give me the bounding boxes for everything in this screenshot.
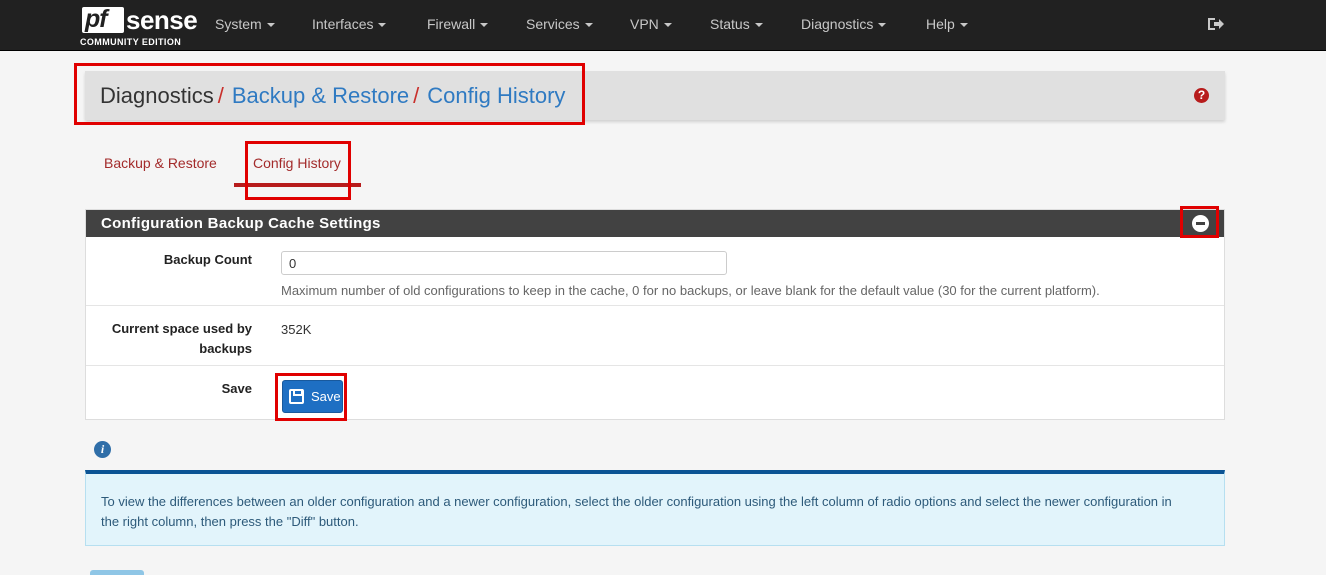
nav-interfaces[interactable]: Interfaces	[312, 16, 387, 32]
breadcrumb-config-history[interactable]: Config History	[427, 83, 565, 108]
floppy-disk-icon	[289, 389, 304, 404]
backup-count-help: Maximum number of old configurations to …	[281, 283, 1100, 298]
tab-config-history[interactable]: Config History	[253, 155, 341, 171]
space-used-label-line1: Current space used by	[111, 321, 252, 336]
breadcrumb: Diagnostics / Backup & Restore / Config Hist…	[100, 83, 565, 109]
logo-pf-text: pf	[85, 5, 108, 33]
question-circle-icon[interactable]: ?	[1194, 88, 1209, 103]
nav-label: Services	[526, 16, 580, 32]
nav-label: VPN	[630, 16, 659, 32]
info-circle-icon[interactable]: i	[94, 441, 111, 458]
nav-label: Interfaces	[312, 16, 374, 32]
save-label: Save	[221, 381, 252, 396]
caret-down-icon	[663, 23, 672, 28]
minus-circle-icon[interactable]	[1192, 215, 1209, 232]
pfsense-logo[interactable]: pf sense COMMUNITY EDITION	[80, 4, 198, 48]
nav-label: Diagnostics	[801, 16, 874, 32]
caret-down-icon	[959, 23, 968, 28]
nav-services[interactable]: Services	[526, 16, 593, 32]
nav-label: Status	[710, 16, 750, 32]
nav-firewall[interactable]: Firewall	[427, 16, 489, 32]
caret-down-icon	[878, 23, 887, 28]
nav-diagnostics[interactable]: Diagnostics	[801, 16, 887, 32]
backup-count-row: Backup Count Maximum number of old confi…	[86, 237, 1224, 306]
nav-help[interactable]: Help	[926, 16, 968, 32]
sign-out-icon[interactable]	[1207, 16, 1225, 32]
save-button-label: Save	[311, 389, 341, 404]
logo-pf-box: pf	[82, 5, 124, 33]
caret-down-icon	[266, 23, 275, 28]
tab-backup-restore[interactable]: Backup & Restore	[104, 155, 217, 171]
backup-count-label: Backup Count	[163, 252, 252, 267]
panel-heading: Configuration Backup Cache Settings	[86, 210, 1224, 237]
space-used-value: 352K	[281, 322, 312, 337]
space-used-label: Current space used by backups	[112, 319, 252, 359]
top-navbar: pf sense COMMUNITY EDITION System Interf…	[0, 0, 1326, 51]
info-text: To view the differences between an older…	[101, 494, 1172, 529]
nav-label: System	[215, 16, 262, 32]
caret-down-icon	[480, 23, 489, 28]
space-used-label-line2: backups	[199, 341, 252, 356]
breadcrumb-separator: /	[413, 83, 420, 108]
backup-count-input[interactable]	[281, 251, 727, 275]
nav-system[interactable]: System	[215, 16, 275, 32]
backup-cache-settings-panel: Configuration Backup Cache Settings Back…	[85, 209, 1225, 420]
logo-sense-text: sense	[126, 5, 198, 35]
breadcrumb-separator: /	[217, 83, 224, 108]
caret-down-icon	[584, 23, 593, 28]
caret-down-icon	[754, 23, 763, 28]
breadcrumb-backup-restore[interactable]: Backup & Restore	[232, 83, 409, 108]
info-alert: To view the differences between an older…	[85, 470, 1225, 546]
breadcrumb-root: Diagnostics	[100, 83, 214, 108]
nav-status[interactable]: Status	[710, 16, 763, 32]
edition-label: COMMUNITY EDITION	[80, 37, 182, 47]
diff-button-partial[interactable]	[90, 570, 144, 575]
save-button[interactable]: Save	[282, 380, 343, 413]
nav-label: Help	[926, 16, 955, 32]
caret-down-icon	[378, 23, 387, 28]
nav-label: Firewall	[427, 16, 476, 32]
nav-vpn[interactable]: VPN	[630, 16, 672, 32]
active-tab-indicator	[234, 183, 361, 187]
panel-title: Configuration Backup Cache Settings	[101, 215, 381, 232]
space-used-row: Current space used by backups 352K	[86, 306, 1224, 366]
page-header: Diagnostics / Backup & Restore / Config Hist…	[85, 71, 1225, 120]
